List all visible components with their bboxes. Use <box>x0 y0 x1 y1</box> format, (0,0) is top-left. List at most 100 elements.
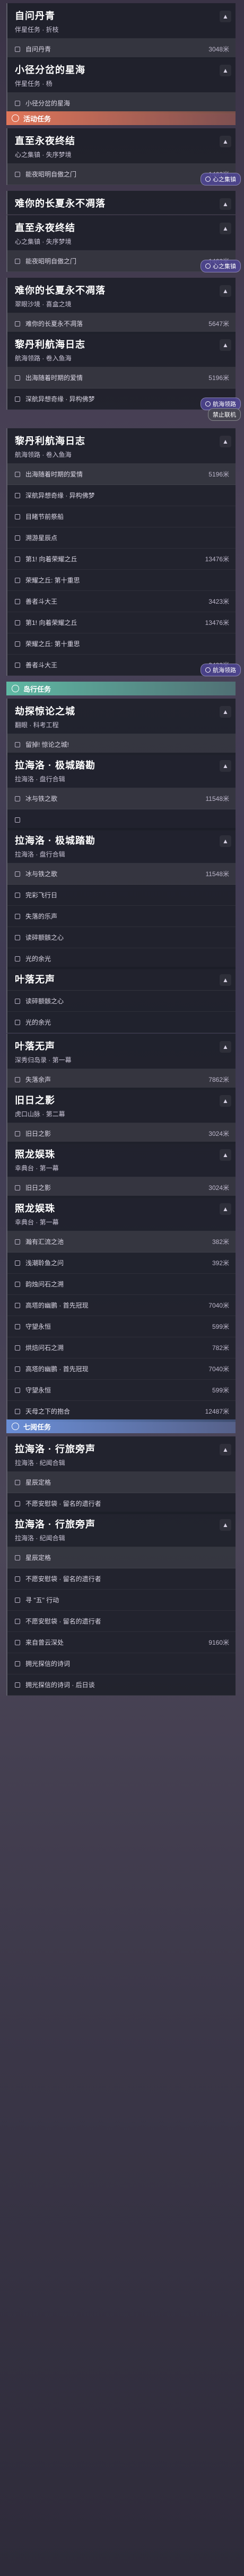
mission-step-row[interactable]: 目睹节前祭船 <box>7 506 236 527</box>
collapse-chevron-icon[interactable]: ▲ <box>220 835 231 847</box>
mission-header[interactable]: 黎丹利航海日志 航海领路 · 卷入鱼海 ▲ <box>7 332 236 367</box>
collapse-chevron-icon[interactable]: ▲ <box>220 11 231 22</box>
mission-step-row[interactable]: 光的余光 <box>7 1012 236 1033</box>
collapse-chevron-icon[interactable]: ▲ <box>220 136 231 147</box>
collapse-chevron-icon[interactable]: ▲ <box>220 1519 231 1531</box>
collapse-chevron-icon[interactable]: ▲ <box>220 1041 231 1053</box>
collapse-chevron-icon[interactable]: ▲ <box>220 706 231 718</box>
mission-step-row[interactable]: 高塔的幽鹏 · 首先冠现 7040米 <box>7 1358 236 1380</box>
mission-step-row[interactable]: 星辰定格 <box>7 1547 236 1568</box>
mission-header[interactable]: 旧日之影 虎口山脉 · 第二幕 ▲ <box>7 1088 236 1123</box>
mission-header[interactable]: 拉海洛 · 极城踏勘 拉海洛 · 盘行合辑 ▲ <box>7 828 236 863</box>
mission-step-row[interactable]: 第1! 向着荣耀之丘 13476米 <box>7 549 236 570</box>
mission-step-row[interactable]: 完彩飞行日 <box>7 885 236 906</box>
mission-panel[interactable]: 拉海洛 · 行旅旁声 拉海洛 · 纪闻合辑 ▲ 星辰定格 不愿安慰袋 · 留名的遗行者寻… <box>6 1512 236 1696</box>
mission-step-row[interactable]: 难你的长夏永不凋落 5647米 <box>7 313 236 334</box>
mission-header[interactable]: 照龙娱珠 幸典台 · 第一幕 ▲ <box>7 1196 236 1231</box>
mission-header[interactable]: 叶落无声 深秀归岛录 · 第一幕 ▲ <box>7 1034 236 1069</box>
mission-step-row[interactable]: 不愿安慰袋 · 留名的遗行者 <box>7 1568 236 1590</box>
mission-step-row[interactable]: 失落余声 7862米 <box>7 1069 236 1090</box>
mission-header[interactable]: 劫探惊论之城 翻眼 · 科考工程 ▲ <box>7 699 236 734</box>
step-label: 读碎额骸之心 <box>25 998 64 1005</box>
mission-panel[interactable]: 叶落无声 深秀归岛录 · 第一幕 ▲ 失落余声 7862米 <box>6 1034 236 1090</box>
mission-step-row[interactable]: 荣耀之丘: 第十重思 <box>7 570 236 591</box>
collapse-chevron-icon[interactable]: ▲ <box>220 65 231 76</box>
collapse-chevron-icon[interactable]: ▲ <box>220 285 231 297</box>
mission-tag-badge[interactable]: 航海领路 <box>201 664 241 676</box>
mission-panel[interactable]: 叶落无声 ▲ 读碎额骸之心光的余光 <box>6 967 236 1033</box>
mission-step-row[interactable]: 浅潮聆鱼之问 392米 <box>7 1252 236 1274</box>
collapse-chevron-icon[interactable]: ▲ <box>220 1149 231 1161</box>
mission-panel[interactable]: 照龙娱珠 幸典台 · 第一幕 ▲ 瀚有汇流之池 382米 浅潮聆鱼之问 392米 韵烛问石之溯… <box>6 1196 236 1422</box>
collapse-chevron-icon[interactable]: ▲ <box>220 339 231 351</box>
mission-step-row[interactable]: 出海随着时期的爱情 5196米 <box>7 367 236 389</box>
collapse-chevron-icon[interactable]: ▲ <box>220 760 231 772</box>
mission-step-row[interactable]: 读碎额骸之心 <box>7 991 236 1012</box>
mission-step-row[interactable]: 荣耀之丘: 第十重思 <box>7 633 236 655</box>
mission-step-row[interactable]: 旧日之影 3024米 <box>7 1123 236 1144</box>
mission-step-row[interactable]: 拥光探信的诗词 <box>7 1653 236 1674</box>
mission-tag-badge[interactable]: 心之集镇 <box>201 173 241 186</box>
mission-step-row[interactable]: 寻 "五" 行动 <box>7 1590 236 1611</box>
mission-panel[interactable]: 黎丹利航海日志 航海领路 · 卷入鱼海 ▲ 出海随着时期的爱情 5196米 深航异想奇缘 … <box>6 332 236 410</box>
mission-header[interactable]: 拉海洛 · 行旅旁声 拉海洛 · 纪闻合辑 ▲ <box>7 1436 236 1472</box>
mission-step-row[interactable]: 不愿安慰袋 · 留名的遗行者 <box>7 1493 236 1514</box>
mission-header[interactable]: 难你的长夏永不凋落 翠眼沙境 · 喜盒之境 ▲ <box>7 278 236 313</box>
mission-header[interactable]: 直至永夜终结 心之集镇 · 失序梦境 ▲ <box>7 128 236 164</box>
mission-panel[interactable]: 照龙娱珠 幸典台 · 第一幕 ▲ 旧日之影 3024米 <box>6 1142 236 1198</box>
mission-header[interactable]: 直至永夜终结 心之集镇 · 失序梦境 ▲ <box>7 215 236 251</box>
mission-panel[interactable]: 难你的长夏永不凋落 翠眼沙境 · 喜盒之境 ▲ 难你的长夏永不凋落 5647米 <box>6 278 236 334</box>
mission-step-row[interactable] <box>7 809 236 831</box>
mission-panel[interactable]: 黎丹利航海日志 航海领路 · 卷入鱼海 ▲ 出海随着时期的爱情 5196米 深航异想奇缘 … <box>6 428 236 676</box>
mission-panel[interactable]: 旧日之影 虎口山脉 · 第二幕 ▲ 旧日之影 3024米 <box>6 1088 236 1144</box>
mission-panel[interactable]: 拉海洛 · 极城踏勘 拉海洛 · 盘行合辑 ▲ 冰与铁之歌 11548米 <box>6 753 236 831</box>
mission-header[interactable]: 叶落无声 ▲ <box>7 967 236 991</box>
collapse-chevron-icon[interactable]: ▲ <box>220 1444 231 1455</box>
mission-step-row[interactable]: 善者斗大王 3423米 <box>7 591 236 612</box>
mission-step-row[interactable]: 来自曾云深处 9160米 <box>7 1632 236 1653</box>
mission-step-row[interactable]: 冰与铁之歌 11548米 <box>7 788 236 809</box>
mission-step-row[interactable]: 烘焙问石之溯 782米 <box>7 1337 236 1358</box>
mission-header[interactable]: 拉海洛 · 行旅旁声 拉海洛 · 纪闻合辑 ▲ <box>7 1512 236 1547</box>
mission-step-row[interactable]: 第1! 向着荣耀之丘 13476米 <box>7 612 236 633</box>
mission-step-row[interactable]: 不愿安慰袋 · 留名的遗行者 <box>7 1611 236 1632</box>
mission-step-row[interactable]: 读碎额骸之心 <box>7 927 236 948</box>
mission-step-row[interactable]: 深航异想奇缘 · 异构佛梦 <box>7 485 236 506</box>
mission-header[interactable]: 自问丹青 伴星任务 · 折枝 ▲ <box>7 3 236 39</box>
mission-panel[interactable]: 小径分岔的星海 伴星任务 · 杨 ▲ 小径分岔的星海 <box>6 57 236 114</box>
collapse-chevron-icon[interactable]: ▲ <box>220 1095 231 1107</box>
mission-step-row[interactable]: 冰与铁之歌 11548米 <box>7 863 236 885</box>
mission-header[interactable]: 照龙娱珠 幸典台 · 第一幕 ▲ <box>7 1142 236 1177</box>
mission-tag-badge[interactable]: 心之集镇 <box>201 260 241 272</box>
mission-panel[interactable]: 劫探惊论之城 翻眼 · 科考工程 ▲ 留掉! 惊论之城! <box>6 699 236 755</box>
mission-step-row[interactable]: 星辰定格 <box>7 1472 236 1493</box>
mission-step-row[interactable]: 瀚有汇流之池 382米 <box>7 1231 236 1252</box>
mission-step-row[interactable]: 光的余光 <box>7 948 236 969</box>
mission-step-row[interactable]: 自问丹青 3048米 <box>7 39 236 60</box>
mission-panel[interactable]: 拉海洛 · 行旅旁声 拉海洛 · 纪闻合辑 ▲ 星辰定格 不愿安慰袋 · 留名的遗行者 <box>6 1436 236 1514</box>
mission-header[interactable]: 小径分岔的星海 伴星任务 · 杨 ▲ <box>7 57 236 93</box>
mission-step-row[interactable]: 高塔的幽鹏 · 首先冠现 7040米 <box>7 1295 236 1316</box>
mission-step-row[interactable]: 小径分岔的星海 <box>7 93 236 114</box>
mission-panel[interactable]: 拉海洛 · 极城踏勘 拉海洛 · 盘行合辑 ▲ 冰与铁之歌 11548米 完彩飞行日 失落的… <box>6 828 236 969</box>
mission-step-row[interactable]: 旧日之影 3024米 <box>7 1177 236 1198</box>
mission-step-row[interactable]: 韵烛问石之溯 <box>7 1274 236 1295</box>
collapse-chevron-icon[interactable]: ▲ <box>220 1203 231 1215</box>
mission-header[interactable]: 黎丹利航海日志 航海领路 · 卷入鱼海 ▲ <box>7 428 236 464</box>
collapse-chevron-icon[interactable]: ▲ <box>220 974 231 986</box>
mission-step-row[interactable]: 天母之下的抱合 12487米 <box>7 1401 236 1422</box>
mission-step-row[interactable]: 留掉! 惊论之城! <box>7 734 236 755</box>
mission-header[interactable]: 难你的长夏永不凋落 ▲ <box>7 191 236 215</box>
mission-step-row[interactable]: 守望永恒 599米 <box>7 1316 236 1337</box>
collapse-chevron-icon[interactable]: ▲ <box>220 223 231 234</box>
collapse-chevron-icon[interactable]: ▲ <box>220 436 231 447</box>
mission-step-row[interactable]: 溯游星辰点 <box>7 527 236 549</box>
mission-step-row[interactable]: 出海随着时期的爱情 5196米 <box>7 464 236 485</box>
mission-panel[interactable]: 自问丹青 伴星任务 · 折枝 ▲ 自问丹青 3048米 <box>6 3 236 60</box>
mission-header[interactable]: 拉海洛 · 极城踏勘 拉海洛 · 盘行合辑 ▲ <box>7 753 236 788</box>
collapse-chevron-icon[interactable]: ▲ <box>220 198 231 210</box>
mission-step-row[interactable]: 失落的乐声 <box>7 906 236 927</box>
mission-step-row[interactable]: 拥光探信的诗词 · 后日谈 <box>7 1674 236 1696</box>
mission-step-row[interactable]: 守望永恒 599米 <box>7 1380 236 1401</box>
mission-panel[interactable]: 难你的长夏永不凋落 ▲ <box>6 191 236 215</box>
